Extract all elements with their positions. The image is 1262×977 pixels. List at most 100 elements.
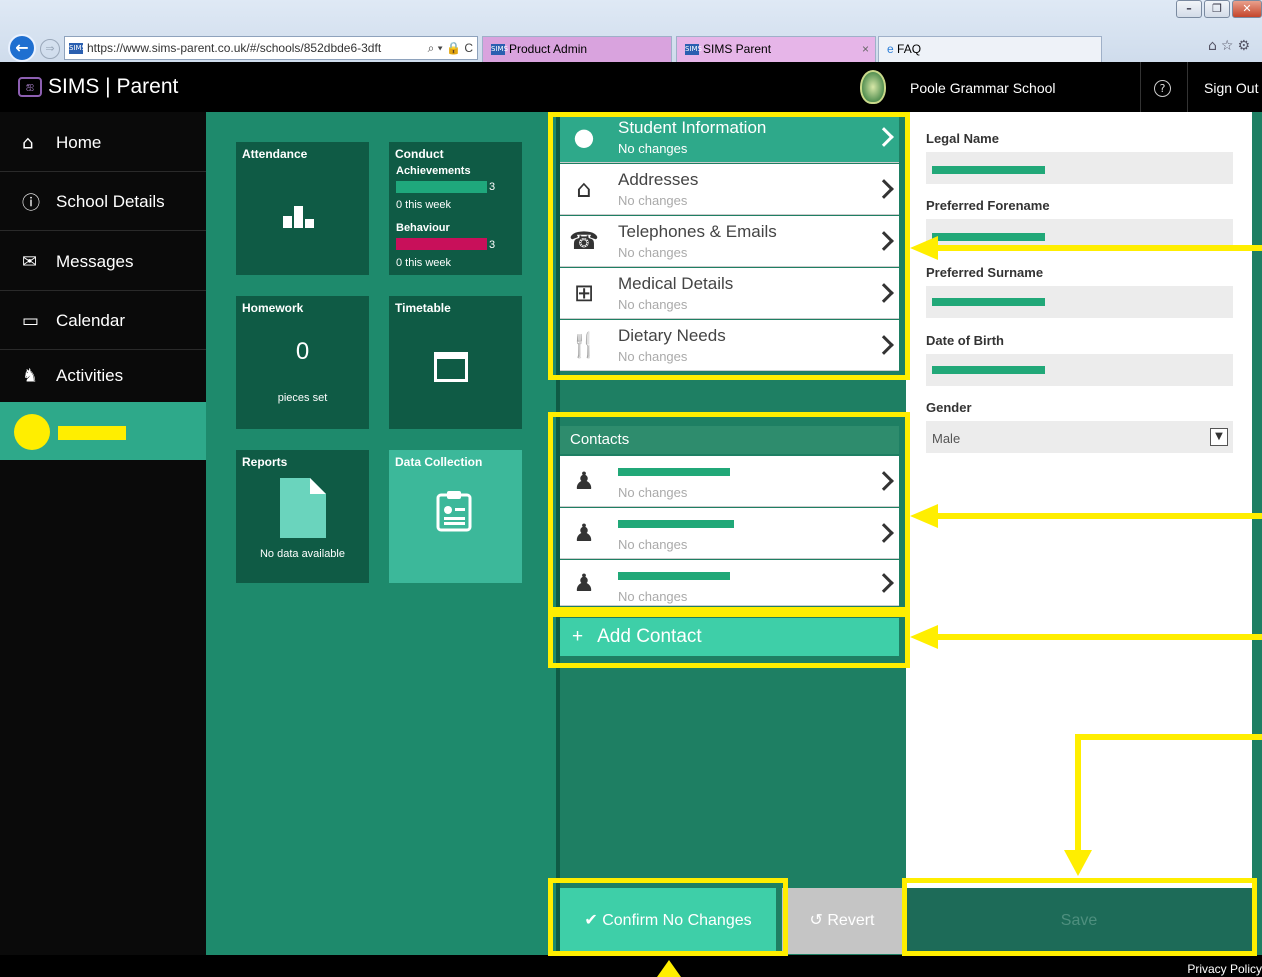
redacted-value bbox=[932, 166, 1045, 174]
section-dietary-needs[interactable]: 🍴 Dietary Needs No changes bbox=[560, 320, 899, 371]
confirm-no-changes-button[interactable]: ✔ Confirm No Changes bbox=[560, 888, 776, 954]
tile-title: Reports bbox=[242, 455, 288, 469]
sidebar-item-activities[interactable]: ♞ Activities bbox=[0, 347, 206, 405]
school-crest-icon bbox=[860, 70, 886, 104]
revert-button[interactable]: ↺ Revert bbox=[782, 888, 902, 954]
tab-product-admin[interactable]: SIMSProduct Admin bbox=[482, 36, 672, 62]
sidebar-item-label: Activities bbox=[56, 365, 124, 385]
close-window-button[interactable]: ✕ bbox=[1232, 0, 1262, 18]
behaviour-label: Behaviour bbox=[396, 222, 450, 234]
tile-title: Timetable bbox=[395, 301, 451, 315]
form-edge bbox=[1252, 112, 1262, 955]
address-bar[interactable]: SIMShttps://www.sims-parent.co.uk/#/scho… bbox=[64, 36, 478, 60]
contact-row[interactable]: ♟ No changes bbox=[560, 508, 899, 559]
close-tab-icon[interactable]: × bbox=[862, 37, 869, 61]
section-status: No changes bbox=[618, 349, 688, 364]
add-contact-label: Add Contact bbox=[597, 626, 702, 647]
preferred-surname-label: Preferred Surname bbox=[926, 265, 1044, 280]
tile-title: Conduct bbox=[395, 147, 444, 161]
tile-timetable[interactable]: Timetable bbox=[389, 296, 522, 429]
privacy-policy-link[interactable]: Privacy Policy bbox=[1187, 962, 1262, 976]
section-student-information[interactable]: ● Student Information No changes bbox=[560, 112, 899, 163]
tab-sims-parent[interactable]: SIMSSIMS Parent × bbox=[676, 36, 876, 62]
help-icon[interactable]: ? bbox=[1154, 80, 1171, 97]
footer bbox=[0, 955, 1262, 977]
section-medical-details[interactable]: ⊞ Medical Details No changes bbox=[560, 268, 899, 319]
forward-button[interactable]: ⇒ bbox=[40, 39, 60, 59]
homework-count: 0 bbox=[295, 338, 310, 365]
tab-faq[interactable]: e FAQ bbox=[878, 36, 1102, 62]
gender-label: Gender bbox=[926, 400, 972, 415]
annotation-arrow-line bbox=[938, 245, 1262, 251]
address-tools[interactable]: ⌕ ▾ 🔒 C bbox=[428, 37, 473, 59]
sidebar-item-calendar[interactable]: ▭ Calendar bbox=[0, 292, 206, 350]
phone-icon: ☎ bbox=[569, 227, 599, 255]
annotation-arrow-head bbox=[910, 236, 938, 260]
section-telephones-emails[interactable]: ☎ Telephones & Emails No changes bbox=[560, 216, 899, 267]
calendar-icon bbox=[434, 352, 468, 382]
gender-value: Male bbox=[932, 431, 961, 446]
chevron-down-icon[interactable]: ▼ bbox=[1210, 428, 1228, 446]
minimize-button[interactable]: – bbox=[1176, 0, 1202, 18]
section-status: No changes bbox=[618, 245, 688, 260]
save-button[interactable]: Save bbox=[906, 888, 1252, 954]
chevron-right-icon bbox=[874, 523, 894, 543]
app-header bbox=[0, 62, 1262, 112]
redacted-contact-name bbox=[618, 572, 730, 580]
dob-field[interactable] bbox=[926, 354, 1233, 386]
contact-person-icon: ♟ bbox=[573, 519, 595, 547]
sidebar-item-messages[interactable]: ✉ Messages bbox=[0, 233, 206, 291]
tile-attendance[interactable]: Attendance bbox=[236, 142, 369, 275]
ie-icon: e bbox=[887, 42, 894, 56]
chevron-right-icon bbox=[874, 335, 894, 355]
annotation-arrow-line bbox=[1078, 734, 1262, 740]
redacted-value bbox=[932, 366, 1045, 374]
info-icon: ⓘ bbox=[22, 192, 40, 214]
person-icon: ● bbox=[573, 123, 595, 151]
home-browser-icon[interactable]: ⌂ bbox=[1208, 38, 1221, 54]
header-divider bbox=[1187, 62, 1188, 112]
section-title: Medical Details bbox=[618, 274, 734, 293]
back-button[interactable]: ← bbox=[8, 34, 36, 62]
site-favicon-icon: SIMS bbox=[69, 43, 86, 55]
contact-status: No changes bbox=[618, 485, 688, 500]
sims-logo-icon: ஐ bbox=[18, 77, 42, 97]
add-contact-button[interactable]: + Add Contact bbox=[560, 618, 899, 656]
maximize-button[interactable]: ❐ bbox=[1204, 0, 1230, 18]
revert-label: Revert bbox=[827, 912, 875, 929]
achievements-week: 0 this week bbox=[396, 199, 452, 211]
section-status: No changes bbox=[618, 297, 688, 312]
sidebar-item-school-details[interactable]: ⓘ School Details bbox=[0, 173, 206, 231]
home-icon: ⌂ bbox=[22, 132, 34, 153]
section-addresses[interactable]: ⌂ Addresses No changes bbox=[560, 164, 899, 215]
sidebar-item-label: Home bbox=[56, 132, 102, 152]
sign-out-button[interactable]: Sign Out bbox=[1204, 80, 1258, 96]
annotation-arrow-line bbox=[1075, 734, 1081, 854]
sidebar-item-label: Messages bbox=[56, 251, 134, 271]
preferred-surname-field[interactable] bbox=[926, 286, 1233, 318]
contact-row[interactable]: ♟ No changes bbox=[560, 560, 899, 606]
star-icon[interactable]: ☆ bbox=[1221, 38, 1238, 54]
preferred-forename-label: Preferred Forename bbox=[926, 198, 1050, 213]
url-text: https://www.sims-parent.co.uk/#/schools/… bbox=[87, 41, 382, 55]
tile-reports[interactable]: Reports No data available bbox=[236, 450, 369, 583]
legal-name-field[interactable] bbox=[926, 152, 1233, 184]
behaviour-count: 3 bbox=[489, 239, 496, 251]
gender-select[interactable] bbox=[926, 421, 1233, 453]
tab-label: Product Admin bbox=[509, 42, 588, 56]
tab-favicon-icon: SIMS bbox=[491, 44, 508, 56]
gear-icon[interactable]: ⚙ bbox=[1237, 38, 1254, 54]
tile-homework[interactable]: Homework 0 pieces set bbox=[236, 296, 369, 429]
tile-conduct[interactable]: Conduct Achievements 3 0 this week Behav… bbox=[389, 142, 522, 275]
contact-row[interactable]: ♟ No changes bbox=[560, 456, 899, 507]
clipboard-icon bbox=[436, 491, 472, 532]
confirm-label: Confirm No Changes bbox=[602, 912, 752, 929]
sidebar-item-home[interactable]: ⌂ Home bbox=[0, 114, 206, 172]
tile-data-collection[interactable]: Data Collection bbox=[389, 450, 522, 583]
contact-person-icon: ♟ bbox=[573, 467, 595, 495]
bar-chart-icon bbox=[283, 206, 323, 228]
browser-toolbar-icons: ⌂☆⚙ bbox=[1208, 38, 1254, 54]
contact-status: No changes bbox=[618, 589, 688, 604]
contact-person-icon: ♟ bbox=[573, 568, 595, 597]
school-name[interactable]: Poole Grammar School bbox=[910, 80, 1056, 96]
